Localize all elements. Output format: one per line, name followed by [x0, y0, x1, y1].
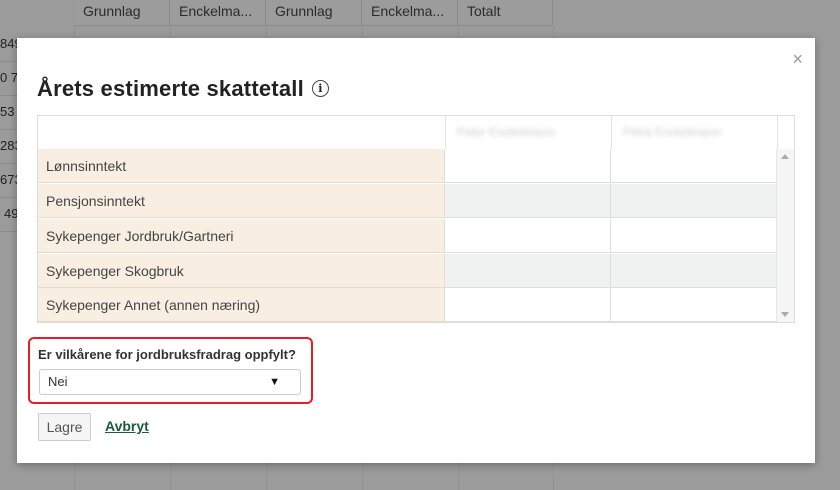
- cell-readonly: [445, 184, 611, 218]
- cell-readonly: [445, 254, 611, 288]
- cell-input[interactable]: [611, 219, 777, 253]
- header-divider: [611, 116, 612, 149]
- table-scrollbar[interactable]: [776, 149, 794, 322]
- save-button[interactable]: Lagre: [38, 413, 91, 441]
- table-row: Pensjonsinntekt: [38, 184, 777, 219]
- header-divider: [445, 116, 446, 149]
- header-divider: [777, 116, 778, 149]
- info-icon[interactable]: i: [311, 79, 329, 97]
- select-value: Nei: [48, 374, 68, 389]
- jordbruksfradrag-select[interactable]: Nei ▼: [39, 369, 301, 395]
- dialog-title: Årets estimerte skattetall i: [37, 76, 329, 102]
- scroll-down-icon[interactable]: [781, 312, 789, 317]
- row-label-sykepenger-skogbruk: Sykepenger Skogbruk: [38, 254, 445, 288]
- cell-input[interactable]: [611, 149, 777, 183]
- row-label-sykepenger-jordbruk: Sykepenger Jordbruk/Gartneri: [38, 219, 445, 253]
- table-row: Sykepenger Skogbruk: [38, 254, 777, 289]
- dialog-title-text: Årets estimerte skattetall: [37, 76, 304, 101]
- row-label-sykepenger-annet: Sykepenger Annet (annen næring): [38, 288, 445, 322]
- row-label-lonnsinntekt: Lønnsinntekt: [38, 149, 445, 183]
- tax-table: Peter Enckelmann Petra Enckelmann Lønnsi…: [37, 115, 795, 323]
- table-row: Sykepenger Jordbruk/Gartneri: [38, 219, 777, 254]
- cancel-link[interactable]: Avbryt: [105, 418, 149, 434]
- column-header-person-1: Peter Enckelmann: [457, 125, 556, 139]
- cell-readonly: [611, 254, 777, 288]
- cell-input[interactable]: [445, 219, 611, 253]
- row-label-pensjonsinntekt: Pensjonsinntekt: [38, 184, 445, 218]
- table-row: Sykepenger Annet (annen næring): [38, 288, 777, 322]
- cell-readonly: [611, 184, 777, 218]
- caret-down-icon: ▼: [269, 376, 280, 388]
- cell-input[interactable]: [611, 288, 777, 322]
- tax-estimate-dialog: × Årets estimerte skattetall i Peter Enck…: [17, 38, 815, 463]
- question-label: Er vilkårene for jordbruksfradrag oppfyl…: [38, 347, 296, 362]
- column-header-person-2: Petra Enckelmann: [623, 125, 722, 139]
- cell-input[interactable]: [445, 149, 611, 183]
- scroll-up-icon[interactable]: [781, 154, 789, 159]
- close-button[interactable]: ×: [792, 50, 803, 68]
- highlighted-question-box: Er vilkårene for jordbruksfradrag oppfyl…: [28, 337, 313, 404]
- table-header: Peter Enckelmann Petra Enckelmann: [38, 116, 794, 150]
- cell-input[interactable]: [445, 288, 611, 322]
- table-row: Lønnsinntekt: [38, 149, 777, 184]
